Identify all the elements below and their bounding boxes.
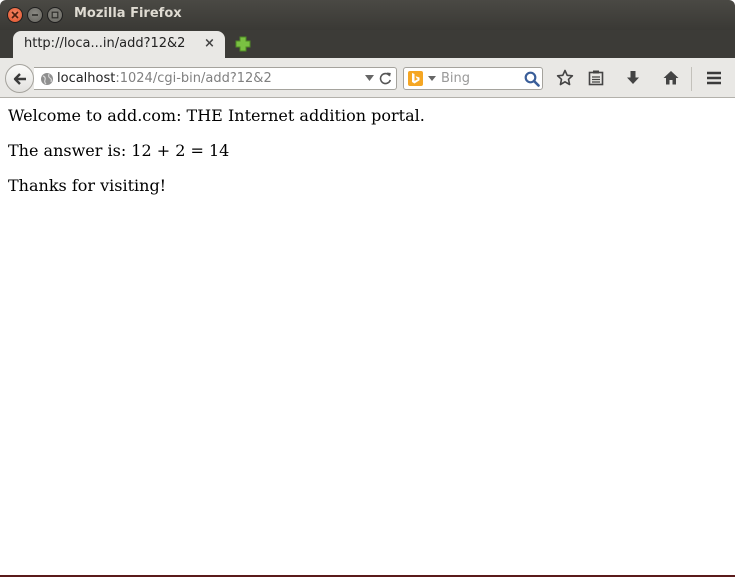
page-content: Welcome to add.com: THE Internet additio… [0,99,735,574]
navigation-toolbar: localhost:1024/cgi-bin/add?12&2 Bing [0,58,735,98]
bing-icon[interactable] [408,71,423,86]
back-arrow-icon [13,72,26,85]
window-close-button[interactable] [7,7,23,23]
window-titlebar[interactable]: Mozilla Firefox [0,0,735,30]
star-icon[interactable] [556,69,574,87]
tab-strip: http://loca...in/add?12&2 × [0,30,735,58]
chevron-down-icon[interactable] [428,76,436,81]
url-path: :1024/cgi-bin/add?12&2 [115,71,272,86]
plus-icon [235,36,251,52]
download-arrow-icon[interactable] [624,69,642,87]
url-text[interactable]: localhost:1024/cgi-bin/add?12&2 [57,71,272,86]
thanks-text: Thanks for visiting! [8,176,167,195]
tab-title: http://loca...in/add?12&2 [24,36,186,51]
search-bar[interactable]: Bing [403,67,543,90]
welcome-text: Welcome to add.com: THE Internet additio… [8,106,425,125]
answer-text: The answer is: 12 + 2 = 14 [8,141,230,160]
clipboard-icon[interactable] [587,69,605,87]
chevron-down-icon[interactable] [365,75,374,81]
window-minimize-button[interactable] [27,7,43,23]
search-input[interactable]: Bing [441,71,470,86]
toolbar-separator [691,67,692,91]
url-host: localhost [57,71,116,86]
new-tab-button[interactable] [234,35,252,53]
maximize-icon [51,11,59,19]
window-maximize-button[interactable] [47,7,63,23]
hamburger-menu-icon[interactable] [705,69,723,87]
globe-icon [41,73,53,85]
close-icon [11,11,19,19]
magnifier-icon[interactable] [524,71,540,87]
reload-icon[interactable] [378,71,393,86]
tab-active[interactable]: http://loca...in/add?12&2 × [13,31,225,58]
home-icon[interactable] [662,69,680,87]
window-title: Mozilla Firefox [74,6,182,21]
tab-close-button[interactable]: × [204,36,215,51]
back-button[interactable] [5,64,34,93]
url-bar[interactable]: localhost:1024/cgi-bin/add?12&2 [34,67,397,90]
minimize-icon [32,14,38,16]
